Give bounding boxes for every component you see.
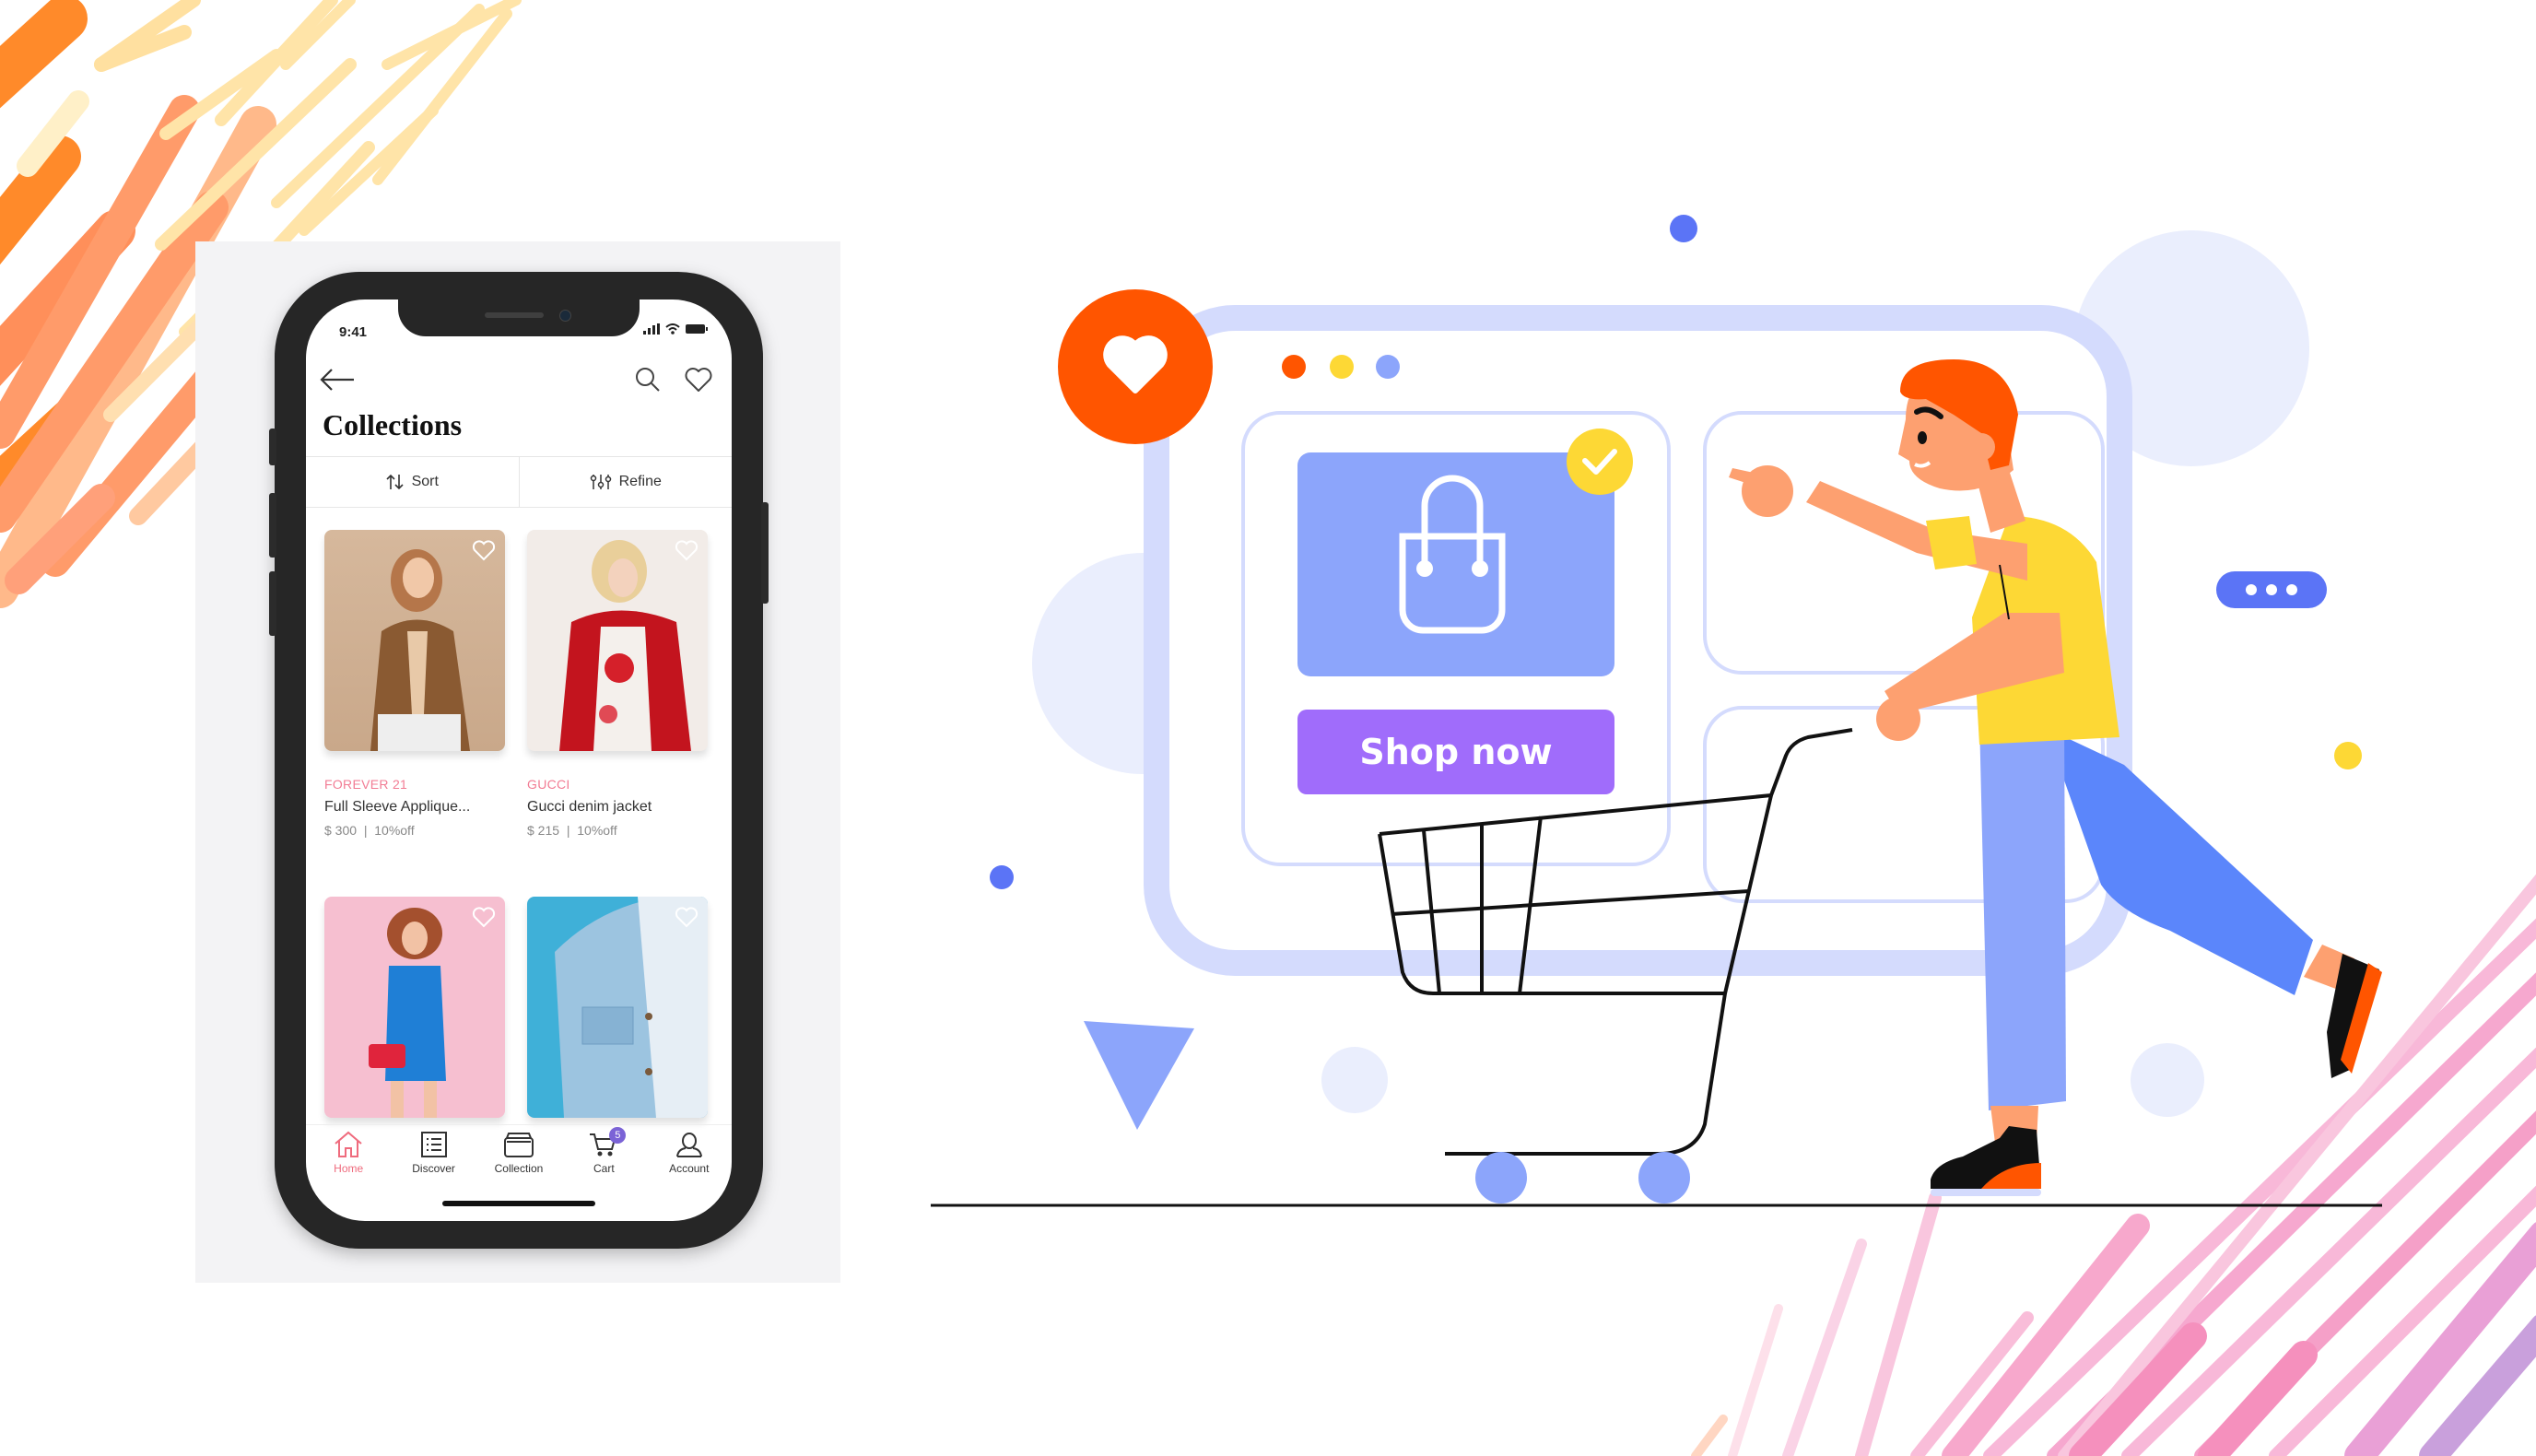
page-title: Collections [323,408,463,441]
bottom-tab-bar: Home Discover Collection 5 Cart Account [306,1124,732,1190]
tab-discover[interactable]: Discover [397,1125,471,1190]
phone-notch [398,299,640,336]
product-image-card [1297,452,1614,676]
product-photo-figure [369,908,446,1118]
sort-refine-toolbar: Sort Refine [306,456,732,508]
phone-power-button [761,502,769,604]
phone-volume-up [269,493,276,558]
phone-screen: 9:41 Collections Sort Refine FOREVER 21 … [306,299,732,1221]
product-card[interactable] [527,897,708,1118]
signal-icon [643,323,660,335]
search-icon[interactable] [634,366,662,393]
wishlist-heart-icon[interactable] [675,906,699,928]
wishlist-heart-icon[interactable] [472,539,496,561]
home-icon [335,1131,362,1157]
floating-dot-left [990,865,1014,889]
floating-dot-yellow [2334,742,2362,769]
chat-dot [2246,584,2257,595]
heart-outline-icon[interactable] [684,366,713,393]
home-indicator [442,1201,595,1206]
arrow-left-icon[interactable] [319,366,356,393]
window-dot-blue [1376,355,1400,379]
product-brand: FOREVER 21 [324,777,408,792]
floating-triangle [1084,1021,1194,1130]
woman-brown-jacket-photo [324,530,505,751]
tab-home[interactable]: Home [311,1125,385,1190]
front-camera [559,310,571,322]
check-badge [1567,429,1633,495]
refine-button[interactable]: Refine [518,457,733,507]
product-price: $ 215 | 10%off [527,823,708,838]
speaker-grille [485,312,544,318]
product-card[interactable]: FOREVER 21 Full Sleeve Applique... $ 300… [324,530,505,838]
sort-label: Sort [411,474,439,489]
cart-badge: 5 [609,1127,627,1144]
top-nav [306,355,732,410]
floating-dot-top [1670,215,1697,242]
product-card[interactable] [324,897,505,1118]
sort-icon [386,474,404,490]
sort-button[interactable]: Sort [306,457,519,507]
tab-label: Discover [412,1162,455,1175]
user-icon [675,1133,702,1157]
product-photo-figure [555,897,708,1118]
product-brand: GUCCI [527,777,570,792]
window-dot-yellow [1330,355,1354,379]
phone-mockup: 9:41 Collections Sort Refine FOREVER 21 … [269,272,769,1249]
chat-dot [2266,584,2277,595]
wishlist-heart-icon[interactable] [472,906,496,928]
status-icons [643,323,708,335]
price-separator: | [566,823,570,838]
product-name: Full Sleeve Applique... [324,799,471,815]
wishlist-heart-icon[interactable] [675,539,699,561]
cart-wheel-left [1475,1152,1527,1204]
filter-icon [590,475,611,489]
phone-volume-down [269,571,276,636]
status-time: 9:41 [339,324,368,340]
window-dot-red [1282,355,1306,379]
product-price: $ 300 | 10%off [324,823,505,838]
phone-side-button [269,429,276,465]
tab-collection[interactable]: Collection [482,1125,556,1190]
battery-icon [686,324,708,334]
price-value: $ 300 [324,823,358,838]
price-value: $ 215 [527,823,560,838]
tab-label: Home [334,1162,364,1175]
product-photo-figure [370,549,470,751]
product-name: Gucci denim jacket [527,799,652,815]
discount-value: 10%off [577,823,617,838]
tab-cart[interactable]: 5 Cart [567,1125,640,1190]
price-separator: | [363,823,368,838]
bag-rivet-right [1472,560,1488,577]
cart-wheel-right [1638,1152,1690,1204]
bg-dot-bottom-right [2131,1043,2204,1117]
tab-label: Account [669,1162,710,1175]
tab-label: Cart [593,1162,615,1175]
bg-dot-bottom-left [1321,1047,1388,1113]
chat-dot [2286,584,2297,595]
list-icon [420,1132,447,1157]
bag-rivet-left [1416,560,1433,577]
refine-label: Refine [618,474,662,489]
tab-account[interactable]: Account [652,1125,726,1190]
tab-label: Collection [494,1162,544,1175]
product-card[interactable]: GUCCI Gucci denim jacket $ 215 | 10%off [527,530,708,838]
product-photo-figure [559,540,691,751]
shop-now-button[interactable]: Shop now [1297,710,1614,794]
wifi-icon [665,323,680,335]
discount-value: 10%off [374,823,415,838]
denim-jacket-photo [527,897,708,1118]
woman-red-jacket-photo [527,530,708,751]
box-icon [503,1133,534,1157]
woman-blue-dress-photo [324,897,505,1118]
